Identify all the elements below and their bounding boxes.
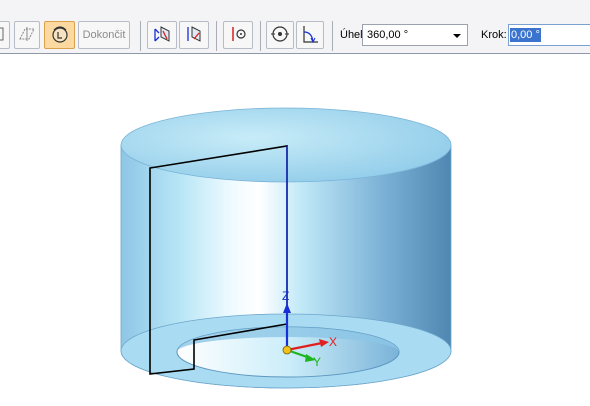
circle-center-icon: [269, 23, 291, 48]
rotate-axis-button[interactable]: [179, 21, 209, 49]
angle-combobox[interactable]: 360,00 °: [362, 24, 468, 46]
axis-z-label: Z: [282, 289, 289, 303]
step-input[interactable]: 0,00 °: [508, 24, 590, 46]
revolve-command-bar: Dokončit Úhel: 360,00 ° Krok: 0,00 °: [0, 0, 590, 54]
axis-point-button[interactable]: [223, 21, 253, 49]
sweep-profile-icon: [49, 24, 71, 47]
sketch-view-icon: [0, 26, 4, 45]
toolbar-separator: [332, 21, 333, 51]
angle-rotate-icon: [299, 23, 321, 48]
sketch-view-button[interactable]: [0, 21, 10, 49]
profile-step-button[interactable]: [44, 21, 75, 49]
step-value: 0,00 °: [510, 28, 541, 42]
toolbar-separator: [260, 21, 261, 51]
angle-revolve-button[interactable]: [296, 21, 324, 49]
toolbar-separator: [216, 21, 217, 51]
toolbar-separator: [140, 21, 141, 51]
angle-value: 360,00 °: [367, 29, 409, 41]
graphics-viewport[interactable]: Z X Y: [0, 55, 590, 403]
axis-x-label: X: [329, 335, 337, 349]
flip-axis-button[interactable]: [147, 21, 177, 49]
finish-button[interactable]: Dokončit: [78, 21, 130, 49]
axis-point-icon: [227, 23, 249, 48]
plane-step-button[interactable]: [14, 21, 40, 49]
axis-rotate-icon: [183, 23, 205, 48]
axis-y-label: Y: [313, 355, 321, 369]
step-label: Krok:: [481, 29, 507, 41]
center-revolve-button[interactable]: [266, 21, 294, 49]
axis-flip-icon: [151, 23, 173, 48]
toolbar-row: Dokončit Úhel: 360,00 ° Krok: 0,00 °: [0, 21, 590, 51]
tangent-plane-icon: [17, 24, 37, 47]
chevron-down-icon[interactable]: [453, 34, 461, 38]
